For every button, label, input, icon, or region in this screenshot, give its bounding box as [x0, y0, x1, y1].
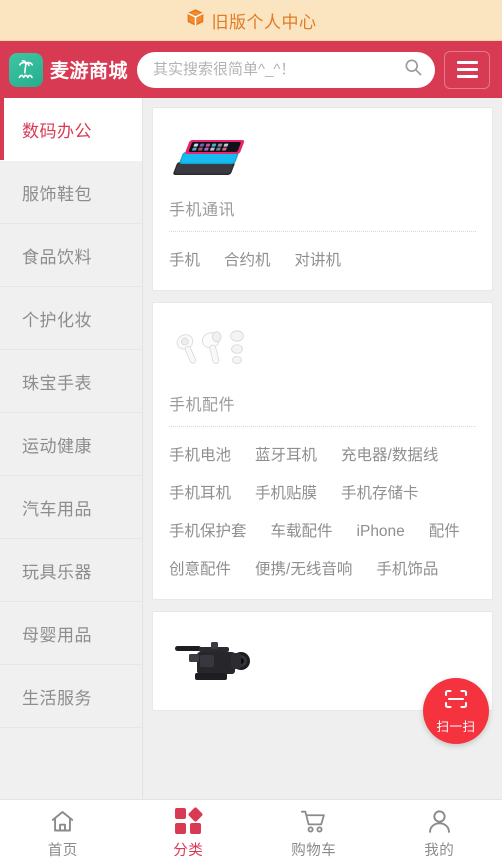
hamburger-menu-icon[interactable]: [444, 50, 490, 89]
card-title: 手机配件: [169, 391, 476, 427]
card-link[interactable]: 充电器/数据线: [341, 437, 438, 475]
card-link[interactable]: 手机电池: [169, 437, 231, 475]
brand-name: 麦游商城: [50, 61, 129, 82]
sidebar-item-jewelry-watches[interactable]: 珠宝手表: [0, 350, 142, 413]
sidebar-item-personal-care[interactable]: 个护化妆: [0, 287, 142, 350]
grid-square-bottom-left: [175, 823, 187, 834]
category-card-phones: 手机通讯 手机 合约机 对讲机: [152, 107, 493, 291]
search-input[interactable]: [153, 61, 403, 78]
grid-square-top-left: [175, 808, 187, 819]
sidebar-item-label: 个护化妆: [22, 310, 92, 330]
card-link[interactable]: 配件: [429, 513, 460, 551]
brand-block[interactable]: 麦游商城: [9, 52, 129, 87]
sidebar-item-label: 玩具乐器: [22, 562, 92, 582]
grid-shape: [175, 806, 204, 834]
sidebar-item-auto[interactable]: 汽车用品: [0, 476, 142, 539]
earbuds-image: [169, 317, 476, 379]
category-card-accessories: 手机配件 手机电池 蓝牙耳机 充电器/数据线 手机耳机 手机贴膜 手机存储卡 手…: [152, 302, 493, 600]
stacked-phones-image: [169, 122, 476, 184]
tab-label: 我的: [424, 843, 455, 859]
tab-home[interactable]: 首页: [0, 800, 126, 867]
grid-square-bottom-right: [190, 823, 202, 834]
card-link[interactable]: 手机耳机: [169, 475, 231, 513]
card-title: 手机通讯: [169, 196, 476, 232]
tab-categories[interactable]: 分类: [126, 800, 252, 867]
home-icon: [49, 807, 76, 835]
card-link[interactable]: 蓝牙耳机: [255, 437, 317, 475]
tab-cart[interactable]: 购物车: [251, 800, 377, 867]
sidebar-item-food[interactable]: 食品饮料: [0, 224, 142, 287]
app-header: 麦游商城: [0, 41, 502, 98]
grid-diamond-top-right: [187, 806, 204, 823]
sidebar-item-sports-health[interactable]: 运动健康: [0, 413, 142, 476]
sidebar-item-label: 母婴用品: [22, 625, 92, 645]
camcorder-image: [169, 626, 476, 688]
scan-frame-icon: [443, 688, 469, 715]
menu-line-3: [456, 75, 478, 78]
bottom-tab-bar: 首页 分类 购物车 我的: [0, 799, 502, 867]
sidebar-item-apparel[interactable]: 服饰鞋包: [0, 161, 142, 224]
card-link[interactable]: 手机保护套: [169, 513, 247, 551]
tab-profile[interactable]: 我的: [377, 800, 502, 867]
menu-line-2: [456, 68, 478, 71]
sidebar-item-label: 珠宝手表: [22, 373, 92, 393]
card-link[interactable]: 手机贴膜: [255, 475, 317, 513]
card-link[interactable]: 车载配件: [271, 513, 333, 551]
tab-label: 购物车: [291, 843, 337, 859]
sidebar-item-label: 运动健康: [22, 436, 92, 456]
sidebar-item-toys-instruments[interactable]: 玩具乐器: [0, 539, 142, 602]
shopping-cart-icon: [299, 807, 328, 835]
card-link[interactable]: 手机: [169, 242, 200, 280]
card-link[interactable]: 便携/无线音响: [255, 551, 352, 589]
scan-button[interactable]: 扫一扫: [423, 678, 489, 744]
search-icon[interactable]: [403, 57, 423, 82]
tab-label: 首页: [47, 843, 78, 859]
menu-line-1: [456, 61, 478, 64]
category-sidebar[interactable]: 数码办公 服饰鞋包 食品饮料 个护化妆 珠宝手表 运动健康 汽车用品 玩具乐器: [0, 98, 143, 799]
card-link[interactable]: 对讲机: [295, 242, 342, 280]
sidebar-item-label: 汽车用品: [22, 499, 92, 519]
app-root: 旧版个人中心 麦游商城 其实搜索很简单^_^！ 数码办公 服饰鞋包 食品饮料 个…: [0, 0, 502, 867]
card-link[interactable]: 创意配件: [169, 551, 231, 589]
sidebar-item-label: 食品饮料: [22, 247, 92, 267]
palm-tree-logo-icon: [9, 52, 43, 87]
box-icon: [186, 8, 205, 32]
card-link[interactable]: 手机饰品: [376, 551, 438, 589]
card-links: 手机 合约机 对讲机: [169, 232, 476, 280]
card-link[interactable]: iPhone: [357, 513, 405, 551]
sidebar-item-label: 数码办公: [22, 121, 92, 141]
card-link[interactable]: 手机存储卡: [341, 475, 419, 513]
legacy-center-banner[interactable]: 旧版个人中心: [0, 0, 502, 41]
scan-button-label: 扫一扫: [436, 719, 476, 734]
grid-categories-icon: [175, 806, 204, 835]
sidebar-item-mother-baby[interactable]: 母婴用品: [0, 602, 142, 665]
legacy-center-label: 旧版个人中心: [211, 12, 317, 32]
sidebar-item-digital[interactable]: 数码办公: [0, 98, 142, 161]
tab-label: 分类: [173, 843, 204, 859]
sidebar-item-label: 生活服务: [22, 688, 92, 708]
search-bar[interactable]: [137, 51, 435, 88]
sidebar-item-label: 服饰鞋包: [22, 184, 92, 204]
card-links: 手机电池 蓝牙耳机 充电器/数据线 手机耳机 手机贴膜 手机存储卡 手机保护套 …: [169, 427, 476, 589]
user-profile-icon: [426, 807, 453, 835]
sidebar-item-life-services[interactable]: 生活服务: [0, 665, 142, 728]
card-link[interactable]: 合约机: [224, 242, 271, 280]
